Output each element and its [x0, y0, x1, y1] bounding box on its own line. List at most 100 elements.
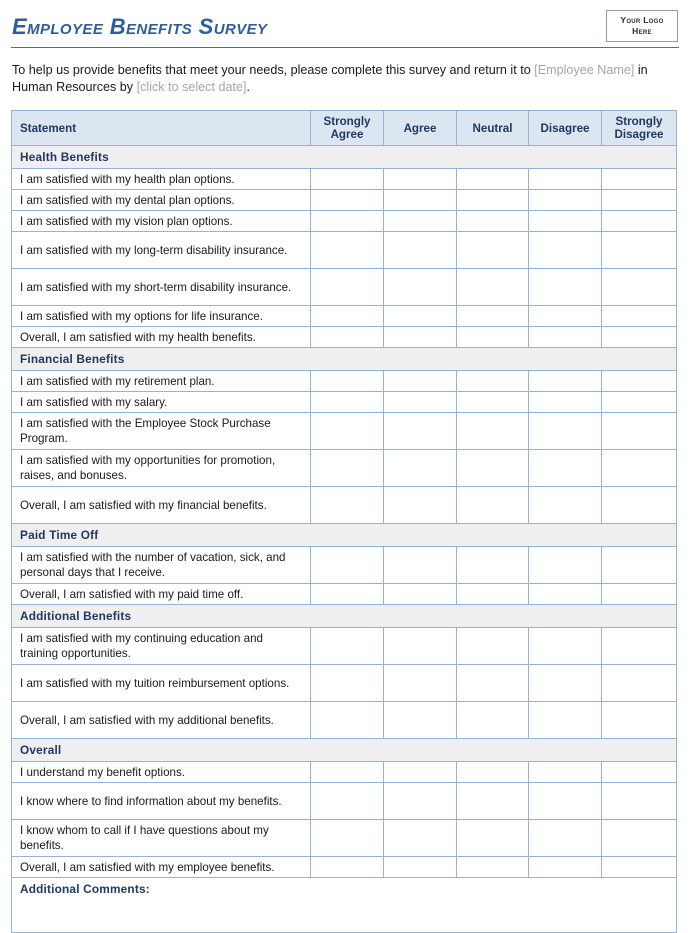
additional-comments-row[interactable]: Additional Comments:: [11, 877, 677, 933]
response-cell-neutral[interactable]: [456, 231, 529, 269]
response-cell-disagree[interactable]: [528, 231, 602, 269]
response-cell-agree[interactable]: [383, 856, 457, 878]
response-cell-strongly-disagree[interactable]: [601, 326, 677, 348]
response-cell-strongly-disagree[interactable]: [601, 583, 677, 605]
response-cell-disagree[interactable]: [528, 627, 602, 665]
response-cell-strongly-disagree[interactable]: [601, 819, 677, 857]
response-cell-strongly-disagree[interactable]: [601, 856, 677, 878]
response-cell-strongly-disagree[interactable]: [601, 268, 677, 306]
response-cell-agree[interactable]: [383, 168, 457, 190]
response-cell-disagree[interactable]: [528, 268, 602, 306]
response-cell-strongly-agree[interactable]: [310, 664, 384, 702]
response-cell-disagree[interactable]: [528, 583, 602, 605]
response-cell-neutral[interactable]: [456, 449, 529, 487]
response-cell-agree[interactable]: [383, 664, 457, 702]
response-cell-neutral[interactable]: [456, 546, 529, 584]
response-cell-neutral[interactable]: [456, 210, 529, 232]
response-cell-strongly-agree[interactable]: [310, 486, 384, 524]
response-cell-disagree[interactable]: [528, 856, 602, 878]
response-cell-strongly-agree[interactable]: [310, 782, 384, 820]
response-cell-strongly-disagree[interactable]: [601, 627, 677, 665]
response-cell-neutral[interactable]: [456, 819, 529, 857]
response-cell-disagree[interactable]: [528, 210, 602, 232]
response-cell-neutral[interactable]: [456, 583, 529, 605]
response-cell-strongly-agree[interactable]: [310, 391, 384, 413]
response-cell-neutral[interactable]: [456, 189, 529, 211]
response-cell-disagree[interactable]: [528, 486, 602, 524]
response-cell-agree[interactable]: [383, 189, 457, 211]
response-cell-strongly-agree[interactable]: [310, 546, 384, 584]
response-cell-neutral[interactable]: [456, 370, 529, 392]
response-cell-disagree[interactable]: [528, 819, 602, 857]
response-cell-strongly-agree[interactable]: [310, 168, 384, 190]
response-cell-neutral[interactable]: [456, 627, 529, 665]
response-cell-agree[interactable]: [383, 326, 457, 348]
date-picker-placeholder[interactable]: [click to select date]: [137, 80, 247, 94]
response-cell-strongly-disagree[interactable]: [601, 664, 677, 702]
response-cell-neutral[interactable]: [456, 701, 529, 739]
response-cell-agree[interactable]: [383, 486, 457, 524]
response-cell-strongly-agree[interactable]: [310, 627, 384, 665]
response-cell-disagree[interactable]: [528, 412, 602, 450]
response-cell-neutral[interactable]: [456, 761, 529, 783]
response-cell-strongly-disagree[interactable]: [601, 449, 677, 487]
response-cell-strongly-disagree[interactable]: [601, 370, 677, 392]
response-cell-strongly-agree[interactable]: [310, 268, 384, 306]
response-cell-agree[interactable]: [383, 210, 457, 232]
response-cell-strongly-disagree[interactable]: [601, 189, 677, 211]
logo-placeholder[interactable]: Your Logo Here: [606, 10, 678, 42]
response-cell-strongly-agree[interactable]: [310, 856, 384, 878]
response-cell-strongly-disagree[interactable]: [601, 231, 677, 269]
response-cell-strongly-agree[interactable]: [310, 231, 384, 269]
response-cell-neutral[interactable]: [456, 168, 529, 190]
response-cell-agree[interactable]: [383, 627, 457, 665]
response-cell-strongly-disagree[interactable]: [601, 761, 677, 783]
response-cell-agree[interactable]: [383, 268, 457, 306]
response-cell-agree[interactable]: [383, 701, 457, 739]
response-cell-neutral[interactable]: [456, 326, 529, 348]
response-cell-disagree[interactable]: [528, 449, 602, 487]
response-cell-strongly-agree[interactable]: [310, 761, 384, 783]
response-cell-disagree[interactable]: [528, 701, 602, 739]
response-cell-disagree[interactable]: [528, 664, 602, 702]
response-cell-neutral[interactable]: [456, 664, 529, 702]
response-cell-agree[interactable]: [383, 449, 457, 487]
response-cell-strongly-agree[interactable]: [310, 701, 384, 739]
response-cell-strongly-disagree[interactable]: [601, 486, 677, 524]
additional-comments-label[interactable]: Additional Comments:: [11, 877, 677, 933]
response-cell-strongly-disagree[interactable]: [601, 168, 677, 190]
response-cell-strongly-disagree[interactable]: [601, 412, 677, 450]
response-cell-disagree[interactable]: [528, 189, 602, 211]
response-cell-strongly-disagree[interactable]: [601, 701, 677, 739]
response-cell-neutral[interactable]: [456, 305, 529, 327]
response-cell-disagree[interactable]: [528, 168, 602, 190]
response-cell-strongly-agree[interactable]: [310, 819, 384, 857]
response-cell-agree[interactable]: [383, 370, 457, 392]
response-cell-agree[interactable]: [383, 782, 457, 820]
response-cell-neutral[interactable]: [456, 391, 529, 413]
response-cell-strongly-agree[interactable]: [310, 189, 384, 211]
response-cell-disagree[interactable]: [528, 782, 602, 820]
response-cell-agree[interactable]: [383, 412, 457, 450]
response-cell-neutral[interactable]: [456, 412, 529, 450]
response-cell-disagree[interactable]: [528, 326, 602, 348]
response-cell-agree[interactable]: [383, 305, 457, 327]
response-cell-disagree[interactable]: [528, 391, 602, 413]
response-cell-strongly-agree[interactable]: [310, 370, 384, 392]
response-cell-disagree[interactable]: [528, 305, 602, 327]
response-cell-neutral[interactable]: [456, 856, 529, 878]
response-cell-strongly-agree[interactable]: [310, 583, 384, 605]
response-cell-neutral[interactable]: [456, 486, 529, 524]
response-cell-strongly-agree[interactable]: [310, 326, 384, 348]
response-cell-strongly-agree[interactable]: [310, 210, 384, 232]
response-cell-agree[interactable]: [383, 583, 457, 605]
response-cell-strongly-agree[interactable]: [310, 305, 384, 327]
response-cell-agree[interactable]: [383, 819, 457, 857]
response-cell-strongly-disagree[interactable]: [601, 782, 677, 820]
response-cell-disagree[interactable]: [528, 761, 602, 783]
response-cell-agree[interactable]: [383, 231, 457, 269]
response-cell-neutral[interactable]: [456, 268, 529, 306]
response-cell-disagree[interactable]: [528, 370, 602, 392]
response-cell-strongly-disagree[interactable]: [601, 391, 677, 413]
response-cell-agree[interactable]: [383, 391, 457, 413]
